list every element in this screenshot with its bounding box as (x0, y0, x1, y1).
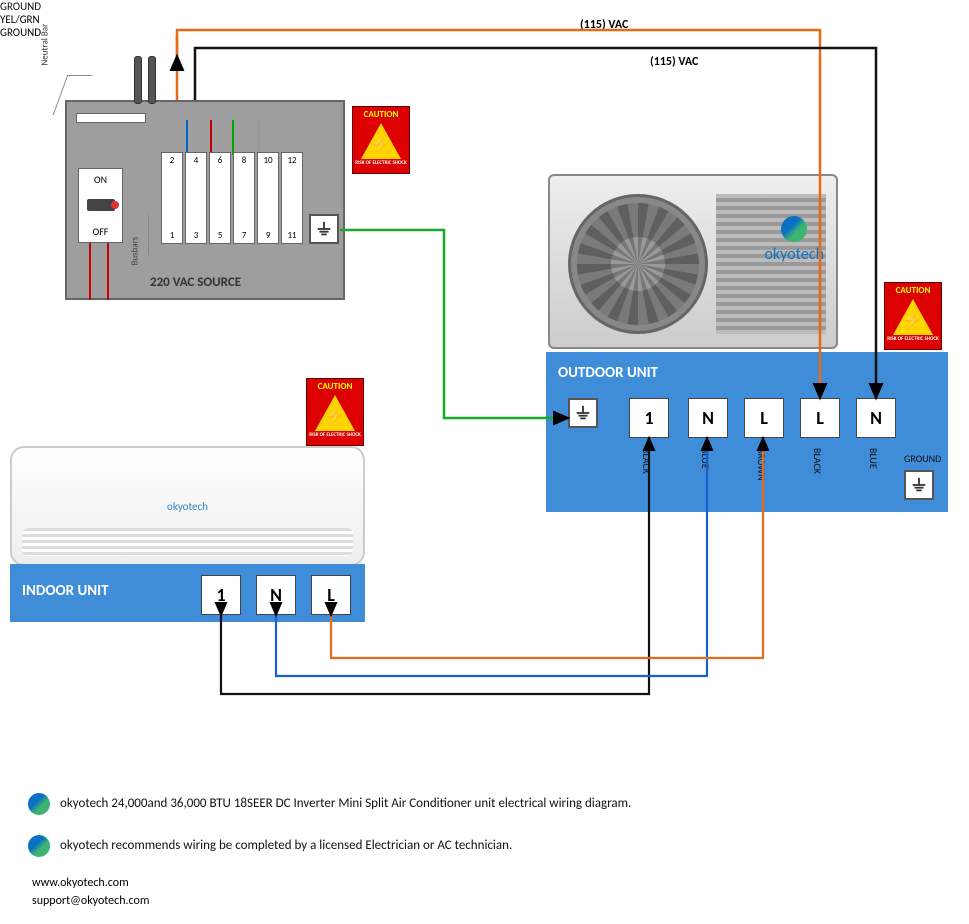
main-on-label: ON (79, 173, 122, 186)
caution-sign-panel: CAUTION RISK OF ELECTRIC SHOCK (352, 106, 410, 174)
outdoor-terminal-n2: N (856, 398, 896, 438)
main-lever (87, 199, 115, 211)
bkr-bot-4: 9 (258, 230, 278, 241)
indoor-brand: okyotech (12, 500, 363, 513)
website: www.okyotech.com (32, 876, 129, 890)
ground-label-2: GROUND (0, 26, 969, 39)
bkr-top-5: 12 (282, 155, 302, 166)
wire-color-l2: BLACK (811, 448, 824, 474)
bullet-icon-1 (28, 793, 50, 815)
outdoor-ground-terminal (568, 398, 598, 428)
neutral-bar (76, 113, 146, 123)
outdoor-brand-text: okyotech (764, 245, 824, 264)
bkr-bot-1: 3 (186, 230, 206, 241)
caution-title-3: CAUTION (896, 285, 931, 296)
bkr-bot-3: 7 (234, 230, 254, 241)
caution-sub-1: RISK OF ELECTRIC SHOCK (353, 161, 409, 166)
outdoor-terminal-l2: L (800, 398, 840, 438)
panel-stub-green (232, 120, 234, 155)
ground-label-yelgrn: YEL/GRN (0, 13, 969, 26)
note-1: okyotech 24,000and 36,000 BTU 18SEER DC … (60, 796, 631, 811)
indoor-terminal-l: L (311, 575, 351, 615)
bullet-icon-2 (28, 835, 50, 857)
panel-stub-red (210, 120, 212, 155)
bkr-top-0: 2 (162, 155, 182, 166)
wire-color-n1: BLUE (699, 448, 712, 469)
bkr-top-4: 10 (258, 155, 278, 166)
caution-title-1: CAUTION (364, 109, 399, 120)
logo-icon (781, 216, 807, 242)
main-off-label: OFF (79, 225, 122, 238)
main-breaker: ON OFF (78, 168, 123, 243)
outdoor-terminal-1: 1 (629, 398, 669, 438)
bkr-top-1: 4 (186, 155, 206, 166)
panel-stub-white (258, 120, 260, 155)
outdoor-condenser: okyotech (548, 174, 838, 349)
support-email: support@okyotech.com (32, 894, 149, 908)
warning-icon (315, 395, 355, 431)
vac-label-1: (115) VAC (580, 18, 628, 32)
breaker-row: 2 1 4 3 6 5 8 7 10 9 12 11 (161, 152, 303, 244)
caution-sign-indoor: CAUTION RISK OF ELECTRIC SHOCK (306, 378, 364, 446)
panel-ground-symbol (309, 214, 339, 244)
busbars-label: Busbars (130, 237, 141, 266)
bkr-bot-2: 5 (210, 230, 230, 241)
panel-lead-b (148, 56, 156, 104)
panel-source-label: 220 VAC SOURCE (150, 275, 241, 290)
bkr-top-2: 6 (210, 155, 230, 166)
caution-sub-2: RISK OF ELECTRIC SHOCK (307, 433, 363, 438)
warning-icon (361, 123, 401, 159)
caution-sign-outdoor: CAUTION RISK OF ELECTRIC SHOCK (884, 282, 942, 350)
outdoor-brand: okyotech (764, 216, 824, 264)
outdoor-ground-label: GROUND (904, 452, 941, 465)
indoor-terminal-1: 1 (201, 575, 241, 615)
caution-title-2: CAUTION (318, 381, 353, 392)
wire-color-n2: BLUE (867, 448, 880, 469)
bkr-top-3: 8 (234, 155, 254, 166)
vac-label-2: (115) VAC (650, 55, 698, 69)
panel-lead-a (134, 56, 142, 104)
caution-sub-3: RISK OF ELECTRIC SHOCK (885, 337, 941, 342)
ground-label-1: GROUND (0, 0, 969, 13)
wire-color-1: BLACK (640, 448, 653, 474)
outdoor-title: OUTDOOR UNIT (558, 364, 658, 382)
busbars-arrow (148, 215, 149, 255)
warning-icon (893, 299, 933, 335)
bkr-bot-5: 11 (282, 230, 302, 241)
indoor-title: INDOOR UNIT (22, 582, 109, 600)
panel-stub-blue (186, 120, 188, 155)
outdoor-ground-terminal-2 (904, 470, 934, 500)
bkr-bot-0: 1 (162, 230, 182, 241)
note-2: okyotech recommends wiring be completed … (60, 838, 512, 853)
neutral-bar-label: Neutral Bar (40, 24, 51, 66)
wire-color-l1: BROWN (755, 448, 768, 481)
outdoor-terminal-n1: N (688, 398, 728, 438)
indoor-unit: okyotech (10, 446, 365, 566)
louvers (716, 194, 826, 334)
fan-icon (568, 194, 708, 334)
outdoor-terminal-l1: L (744, 398, 784, 438)
indoor-terminal-n: N (256, 575, 296, 615)
